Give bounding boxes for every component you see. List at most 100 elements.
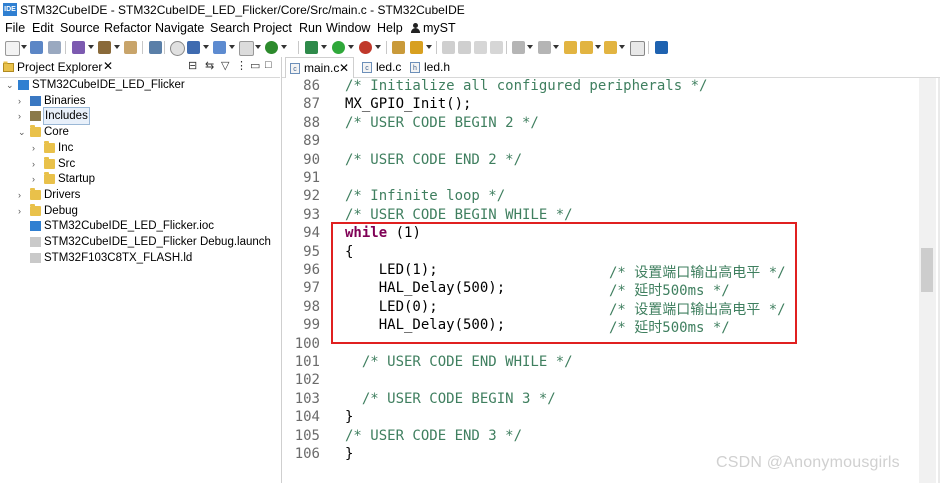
chevron-down-icon[interactable]: ⌄ xyxy=(6,77,14,93)
info-icon[interactable] xyxy=(655,41,668,54)
save-icon[interactable] xyxy=(30,41,43,54)
new-file-icon[interactable] xyxy=(5,41,20,56)
new-class-dropdown-icon[interactable] xyxy=(281,45,287,49)
forward-dropdown-icon[interactable] xyxy=(619,45,625,49)
tree-item[interactable]: › Src xyxy=(0,156,278,172)
scrollbar-thumb[interactable] xyxy=(921,248,933,292)
code-line[interactable]: } xyxy=(345,409,353,425)
menu-project[interactable]: Project xyxy=(253,21,292,35)
tree-item[interactable]: STM32CubeIDE_LED_Flicker.ioc xyxy=(0,218,278,234)
menu-source[interactable]: Source xyxy=(60,21,100,35)
code-line[interactable]: MX_GPIO_Init(); xyxy=(345,96,471,112)
project-explorer-tab[interactable]: Project Explorer ✕ ⊟ ⇆ ▽ ⋮ ▭ □ xyxy=(0,57,280,78)
menu-refactor[interactable]: Refactor xyxy=(104,21,151,35)
menu-myst[interactable]: myST xyxy=(411,21,456,35)
clean-icon[interactable] xyxy=(124,41,137,54)
prev-annotation-dropdown-icon[interactable] xyxy=(553,45,559,49)
menu-run[interactable]: Run xyxy=(299,21,322,35)
filter-icon[interactable]: ▽ xyxy=(221,59,229,72)
menu-search[interactable]: Search xyxy=(210,21,250,35)
code-line[interactable]: /* USER CODE BEGIN 2 */ xyxy=(345,115,539,131)
build-config-icon[interactable] xyxy=(72,41,85,54)
new-header-icon[interactable] xyxy=(239,41,254,56)
next-annotation-dropdown-icon[interactable] xyxy=(527,45,533,49)
edit-icon[interactable] xyxy=(442,41,455,54)
minimize-icon[interactable]: ▭ xyxy=(250,59,260,72)
new-project-icon[interactable] xyxy=(187,41,200,54)
tree-item[interactable]: › Binaries xyxy=(0,93,278,109)
code-line[interactable]: /* USER CODE END 3 */ xyxy=(345,428,522,444)
code-line[interactable]: /* Infinite loop */ xyxy=(345,188,505,204)
external-tools-icon[interactable] xyxy=(359,41,372,54)
tree-item[interactable]: STM32CubeIDE_LED_Flicker Debug.launch xyxy=(0,234,278,250)
device-config-icon[interactable] xyxy=(149,41,162,54)
tab-led-h[interactable]: h led.h xyxy=(406,57,456,77)
chevron-right-icon[interactable]: › xyxy=(32,156,35,172)
code-line[interactable]: /* USER CODE BEGIN WHILE */ xyxy=(345,207,573,223)
chevron-right-icon[interactable]: › xyxy=(32,171,35,187)
tab-main-c[interactable]: c main.c ✕ xyxy=(285,57,354,78)
close-icon[interactable]: ✕ xyxy=(339,58,349,78)
tree-item[interactable]: STM32F103C8TX_FLASH.ld xyxy=(0,250,278,266)
save-all-icon[interactable] xyxy=(48,41,61,54)
tree-item[interactable]: › Startup xyxy=(0,171,278,187)
maximize-icon[interactable]: □ xyxy=(265,59,272,71)
menu-help[interactable]: Help xyxy=(377,21,403,35)
close-icon[interactable]: ✕ xyxy=(103,59,113,73)
run-icon[interactable] xyxy=(332,41,345,54)
last-edit-icon[interactable] xyxy=(564,41,577,54)
back-dropdown-icon[interactable] xyxy=(595,45,601,49)
new-source-icon[interactable] xyxy=(213,41,226,54)
collapse-all-icon[interactable]: ⊟ xyxy=(188,59,197,72)
target-icon[interactable] xyxy=(170,41,185,56)
forward-icon[interactable] xyxy=(604,41,617,54)
show-whitespace-icon[interactable] xyxy=(474,41,487,54)
view-menu-icon[interactable]: ⋮ xyxy=(236,59,247,72)
chevron-down-icon[interactable]: ⌄ xyxy=(18,124,26,140)
new-source-dropdown-icon[interactable] xyxy=(229,45,235,49)
new-header-dropdown-icon[interactable] xyxy=(255,45,261,49)
tab-led-c[interactable]: c led.c xyxy=(358,57,408,77)
code-line[interactable]: } xyxy=(345,446,353,462)
new-class-icon[interactable] xyxy=(265,41,278,54)
back-icon[interactable] xyxy=(580,41,593,54)
pin-editor-icon[interactable] xyxy=(630,41,645,56)
tree-item[interactable]: ⌄ STM32CubeIDE_LED_Flicker xyxy=(0,77,278,93)
menu-file[interactable]: File xyxy=(5,21,25,35)
code-line[interactable]: /* USER CODE END WHILE */ xyxy=(345,354,573,370)
chevron-right-icon[interactable]: › xyxy=(18,108,21,124)
run-dropdown-icon[interactable] xyxy=(348,45,354,49)
menu-navigate[interactable]: Navigate xyxy=(155,21,204,35)
tree-item[interactable]: › Includes xyxy=(0,107,278,125)
tree-item[interactable]: › Drivers xyxy=(0,187,278,203)
vertical-scrollbar[interactable] xyxy=(919,78,936,483)
menu-edit[interactable]: Edit xyxy=(32,21,54,35)
debug-dropdown-icon[interactable] xyxy=(321,45,327,49)
new-dropdown-icon[interactable] xyxy=(21,45,27,49)
tree-item[interactable]: › Inc xyxy=(0,140,278,156)
code-line[interactable]: /* USER CODE END 2 */ xyxy=(345,152,522,168)
build-dropdown-icon[interactable] xyxy=(88,45,94,49)
chevron-right-icon[interactable]: › xyxy=(18,93,21,109)
link-editor-icon[interactable]: ⇆ xyxy=(205,59,214,72)
code-line[interactable]: /* USER CODE BEGIN 3 */ xyxy=(345,391,556,407)
block-selection-icon[interactable] xyxy=(490,41,503,54)
new-project-dropdown-icon[interactable] xyxy=(203,45,209,49)
search-icon[interactable] xyxy=(410,41,423,54)
chevron-right-icon[interactable]: › xyxy=(18,203,21,219)
chevron-right-icon[interactable]: › xyxy=(32,140,35,156)
toggle-mark-icon[interactable] xyxy=(458,41,471,54)
chevron-right-icon[interactable]: › xyxy=(18,187,21,203)
tree-item[interactable]: ⌄ Core xyxy=(0,124,278,140)
hammer-icon[interactable] xyxy=(98,41,111,54)
search-dropdown-icon[interactable] xyxy=(426,45,432,49)
menu-window[interactable]: Window xyxy=(326,21,370,35)
prev-annotation-icon[interactable] xyxy=(538,41,551,54)
next-annotation-icon[interactable] xyxy=(512,41,525,54)
debug-icon[interactable] xyxy=(305,41,318,54)
code-line[interactable]: /* Initialize all configured peripherals… xyxy=(345,78,707,94)
open-type-icon[interactable] xyxy=(392,41,405,54)
external-tools-dropdown-icon[interactable] xyxy=(375,45,381,49)
tree-item[interactable]: › Debug xyxy=(0,203,278,219)
hammer-dropdown-icon[interactable] xyxy=(114,45,120,49)
